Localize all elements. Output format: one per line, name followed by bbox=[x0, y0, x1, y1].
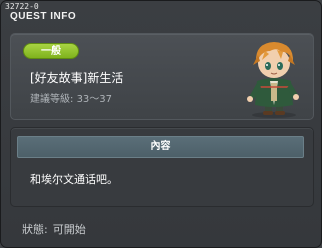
quest-name: [好友故事]新生活 bbox=[30, 71, 124, 85]
level-label: 建議等級: bbox=[30, 94, 74, 105]
quest-summary-panel: 一般 [好友故事]新生活 建議等級: 33～37 bbox=[10, 33, 314, 120]
npc-portrait bbox=[247, 42, 299, 118]
recommended-level: 建議等級: 33～37 bbox=[30, 94, 112, 106]
window-title: QUEST INFO bbox=[10, 11, 77, 22]
title-bar[interactable]: 32722-0 QUEST INFO bbox=[1, 1, 321, 23]
category-badge: 一般 bbox=[23, 43, 79, 59]
content-text: 和埃尔文通话吧。 bbox=[30, 173, 118, 186]
quest-status: 狀態: 可開始 bbox=[22, 223, 86, 236]
content-header: 內容 bbox=[17, 136, 304, 158]
status-value: 可開始 bbox=[52, 223, 86, 236]
quest-content-panel: 內容 和埃尔文通话吧。 bbox=[10, 127, 314, 207]
status-label: 狀態: bbox=[22, 223, 48, 236]
quest-info-window: 32722-0 QUEST INFO 一般 [好友故事]新生活 建議等級: 33… bbox=[0, 0, 322, 248]
level-range: 33～37 bbox=[76, 94, 113, 105]
quest-id: 32722-0 bbox=[5, 2, 39, 11]
